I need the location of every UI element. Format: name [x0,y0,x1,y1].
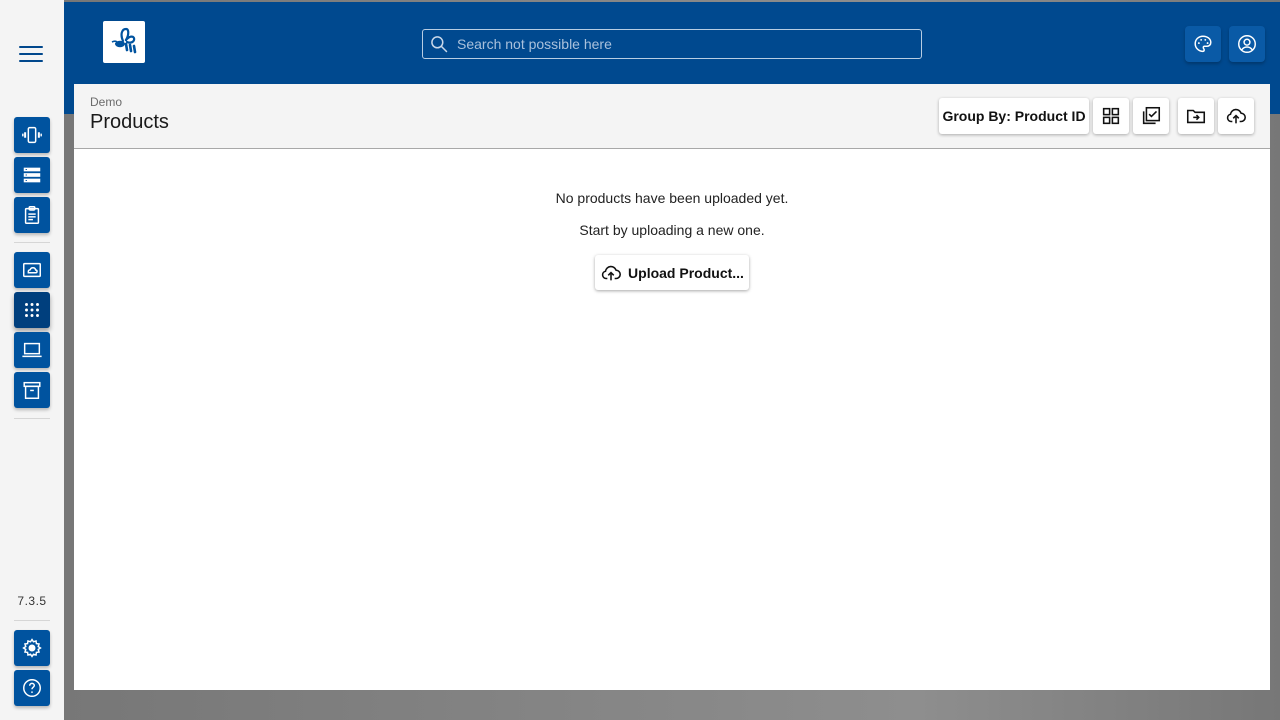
gear-icon [22,638,42,658]
rail-divider [14,418,50,419]
server-list-icon [23,167,41,183]
empty-state-message: No products have been uploaded yet. [555,190,789,206]
side-rail: 7.3.5 [0,0,64,720]
rail-divider [14,620,50,621]
cloud-frame-icon [23,262,41,278]
rail-item-settings[interactable] [14,630,50,666]
move-to-folder-button[interactable] [1178,98,1214,134]
user-avatar-icon [1238,35,1256,53]
help-icon [23,679,41,697]
palette-icon [1194,35,1212,53]
app-logo[interactable] [103,21,145,63]
menu-icon-bar [19,46,43,48]
bee-logo-icon [111,27,137,54]
archive-icon [23,381,41,399]
rail-item-help[interactable] [14,670,50,706]
group-by-button[interactable]: Group By: Product ID [939,98,1089,134]
rail-item-reports[interactable] [14,197,50,233]
upload-product-button[interactable]: Upload Product... [595,255,749,290]
rail-item-devices[interactable] [14,117,50,153]
search-field[interactable] [422,29,922,59]
laptop-icon [22,342,42,358]
rail-item-laptop[interactable] [14,332,50,368]
multi-select-icon [1142,106,1161,125]
user-account-button[interactable] [1229,26,1265,62]
page-title: Products [90,111,169,133]
empty-state-hint: Start by uploading a new one. [579,222,765,238]
multi-select-button[interactable] [1133,98,1169,134]
rail-item-servers[interactable] [14,157,50,193]
theme-button[interactable] [1185,26,1221,62]
upload-cloud-icon [601,265,622,280]
upload-cloud-icon [1226,108,1246,124]
vibrate-device-icon [22,126,42,144]
clipboard-icon [24,206,40,224]
empty-state: No products have been uploaded yet. Star… [74,190,1270,238]
rail-item-cloud-frame[interactable] [14,252,50,288]
rail-item-archive[interactable] [14,372,50,408]
hamburger-menu-button[interactable] [16,40,48,68]
rail-divider [14,242,50,243]
grid-view-button[interactable] [1093,98,1129,134]
app-version: 7.3.5 [17,594,47,608]
breadcrumb[interactable]: Demo [90,95,122,109]
search-input[interactable] [457,36,921,52]
group-by-label: Group By: Product ID [942,108,1086,124]
grid-view-icon [1102,107,1120,125]
search-icon [431,36,448,53]
menu-icon-bar [19,53,43,55]
page-header: Demo Products Group By: Product ID [74,84,1270,149]
rail-item-products[interactable] [14,292,50,328]
apps-grid-icon [25,303,39,317]
move-to-folder-icon [1186,109,1206,124]
menu-icon-bar [19,60,43,62]
upload-product-label: Upload Product... [628,264,744,281]
content-card: Demo Products Group By: Product ID No pr… [74,84,1270,690]
upload-button[interactable] [1218,98,1254,134]
